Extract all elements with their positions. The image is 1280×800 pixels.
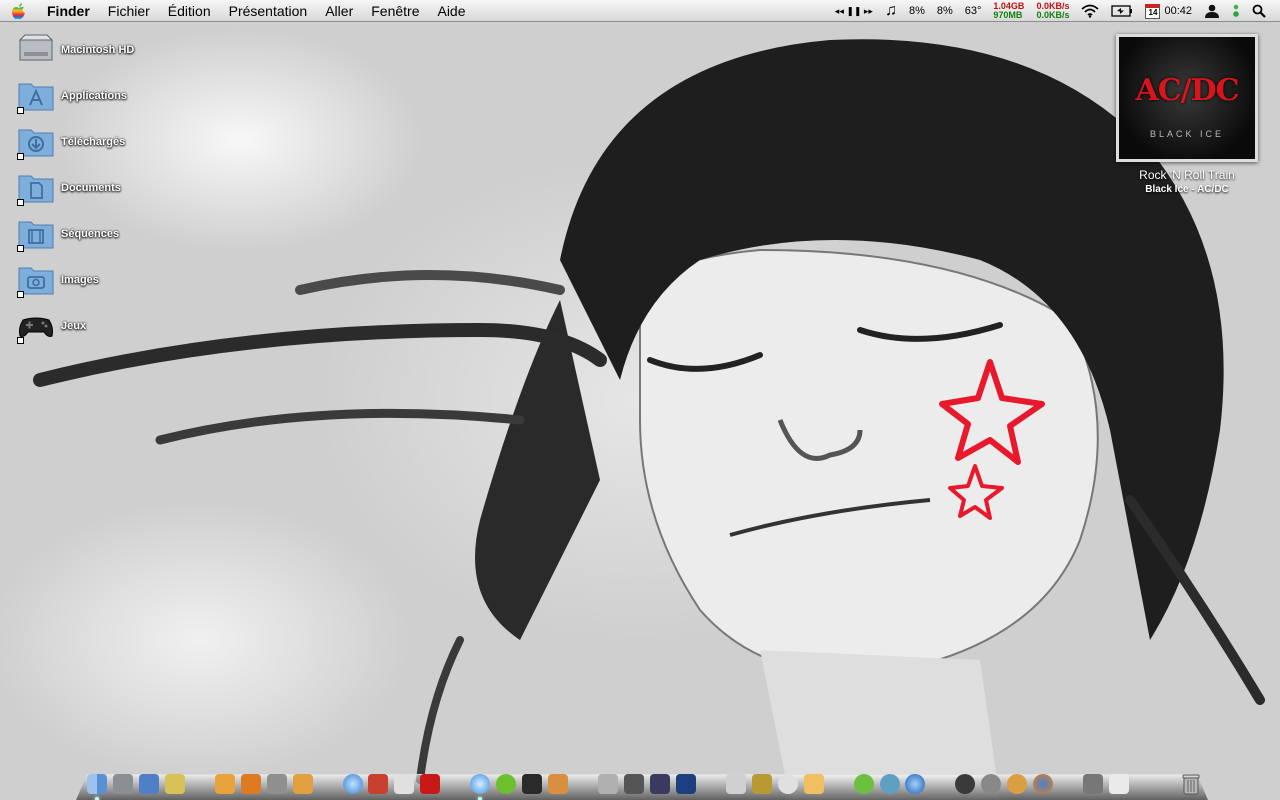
- dock-imovie-icon[interactable]: [649, 772, 671, 796]
- dock-pineapple-icon[interactable]: [751, 772, 773, 796]
- spotlight-icon[interactable]: [1246, 0, 1272, 22]
- desktop-icon-label: Séquences: [61, 228, 120, 240]
- dock-red-app-icon[interactable]: [419, 772, 441, 796]
- alias-arrow-icon: [17, 337, 24, 344]
- desktop-icon-downloads[interactable]: Téléchargés: [17, 122, 125, 162]
- alias-arrow-icon: [17, 199, 24, 206]
- network-download: 0.0KB/s: [1036, 10, 1070, 20]
- desktop-icon-label: Téléchargés: [61, 136, 126, 148]
- movies-folder-icon: [17, 216, 55, 252]
- dock-firefox-icon[interactable]: [1032, 772, 1054, 796]
- dock-finder-icon[interactable]: [86, 772, 108, 800]
- desktop-icon-label: Images: [61, 274, 99, 286]
- album-artwork[interactable]: AC/DC BLACK ICE: [1116, 34, 1258, 162]
- alias-arrow-icon: [17, 291, 24, 298]
- dock-google-earth-icon[interactable]: [905, 772, 927, 796]
- dock-chrome-icon[interactable]: [777, 772, 799, 796]
- dock-app-icon[interactable]: [164, 772, 186, 796]
- desktop-icon-applications[interactable]: Applications: [17, 76, 127, 116]
- desktop-icon-documents[interactable]: Documents: [17, 168, 121, 208]
- temperature-reading[interactable]: 63°: [959, 0, 988, 22]
- wallpaper-illustration: [33, 39, 1265, 800]
- dock-spotify-icon[interactable]: [495, 772, 517, 796]
- desktop-icon-games[interactable]: Jeux: [17, 306, 86, 346]
- downloads-folder-icon: [17, 124, 55, 160]
- dock-network-utility-icon[interactable]: [1006, 772, 1028, 796]
- menu-fichier[interactable]: Fichier: [99, 0, 159, 22]
- dock-itunes-icon[interactable]: [469, 772, 491, 800]
- desktop-wallpaper: [0, 0, 1280, 800]
- dock-wordpress-icon[interactable]: [214, 772, 236, 796]
- alias-arrow-icon: [17, 153, 24, 160]
- menu-aller[interactable]: Aller: [316, 0, 362, 22]
- dock-iphoto-icon[interactable]: [547, 772, 569, 796]
- dock-counter-strike-icon[interactable]: [954, 772, 976, 796]
- desktop-icon-label: Applications: [61, 90, 128, 102]
- dock-game-icon[interactable]: [367, 772, 389, 796]
- wifi-icon[interactable]: [1075, 0, 1105, 22]
- memory-meter[interactable]: 1.04GB 970MB: [987, 0, 1030, 22]
- dock-preview-icon[interactable]: [725, 772, 747, 796]
- menu-bar: Finder Fichier Édition Présentation Alle…: [0, 0, 1280, 22]
- album-subtitle: BLACK ICE: [1149, 129, 1225, 139]
- dock-rabbit-icon[interactable]: [1108, 772, 1130, 796]
- hard-drive-icon: [17, 32, 55, 68]
- clock: 00:42: [1164, 5, 1192, 17]
- dock-presentation-icon[interactable]: [292, 772, 314, 796]
- documents-folder-icon: [17, 170, 55, 206]
- menu-finder[interactable]: Finder: [38, 0, 99, 22]
- dock-safari-icon[interactable]: [342, 772, 364, 796]
- network-meter[interactable]: 0.0KB/s 0.0KB/s: [1030, 0, 1075, 22]
- dock-paint-icon[interactable]: [266, 772, 288, 796]
- playback-controls-icon[interactable]: ◂◂ ❚❚ ▸▸: [829, 0, 879, 22]
- apple-menu-icon[interactable]: [0, 0, 38, 22]
- desktop-icon-pictures[interactable]: Images: [17, 260, 99, 300]
- dock-card-icon[interactable]: [393, 772, 415, 796]
- dock-folder-stack-icon[interactable]: [1082, 772, 1104, 796]
- desktop-icon-movies[interactable]: Séquences: [17, 214, 119, 254]
- dock-green-app-icon[interactable]: [853, 772, 875, 796]
- dock-photoshop-icon[interactable]: [675, 772, 697, 796]
- memory-free: 970MB: [993, 10, 1023, 20]
- dock-microphone-icon[interactable]: [623, 772, 645, 796]
- battery-icon[interactable]: [1105, 0, 1139, 22]
- calendar-widget[interactable]: 14 00:42: [1139, 0, 1198, 22]
- now-playing-track: Rock 'N Roll Train: [1139, 168, 1235, 182]
- desktop-icon-label: Macintosh HD: [61, 44, 135, 56]
- cpu-meter-1[interactable]: 8%: [903, 0, 931, 22]
- dock: [86, 762, 1206, 800]
- desktop-icon-macintosh-hd[interactable]: Macintosh HD: [17, 30, 134, 70]
- dock-mail-icon[interactable]: [803, 772, 825, 796]
- itunes-note-icon[interactable]: ♫: [879, 0, 903, 22]
- user-icon[interactable]: [1198, 0, 1226, 22]
- pictures-folder-icon: [17, 262, 55, 298]
- menu-fenetre[interactable]: Fenêtre: [362, 0, 428, 22]
- menu-aide[interactable]: Aide: [428, 0, 474, 22]
- dock-transmission-icon[interactable]: [980, 772, 1002, 796]
- status-light-icon[interactable]: [1226, 0, 1246, 22]
- now-playing-album-artist: Black Ice - AC/DC: [1145, 184, 1229, 195]
- dock-trash-icon[interactable]: [1180, 772, 1202, 796]
- desktop-icon-label: Documents: [61, 182, 121, 194]
- now-playing-widget[interactable]: AC/DC BLACK ICE Rock 'N Roll Train Black…: [1112, 34, 1262, 204]
- menu-edition[interactable]: Édition: [159, 0, 220, 22]
- dock-brush-icon[interactable]: [597, 772, 619, 796]
- cpu-meter-2[interactable]: 8%: [931, 0, 959, 22]
- gamepad-icon: [17, 308, 55, 344]
- applications-folder-icon: [17, 78, 55, 114]
- dock-system-preferences-icon[interactable]: [112, 772, 134, 796]
- dock-xcode-icon[interactable]: [138, 772, 160, 796]
- alias-arrow-icon: [17, 107, 24, 114]
- menu-presentation[interactable]: Présentation: [220, 0, 317, 22]
- calendar-icon: 14: [1145, 3, 1161, 19]
- album-logo: AC/DC: [1135, 73, 1239, 108]
- dock-film-icon[interactable]: [521, 772, 543, 796]
- dock-pages-icon[interactable]: [240, 772, 262, 796]
- dock-network-icon[interactable]: [879, 772, 901, 796]
- desktop-icon-label: Jeux: [61, 320, 87, 332]
- alias-arrow-icon: [17, 245, 24, 252]
